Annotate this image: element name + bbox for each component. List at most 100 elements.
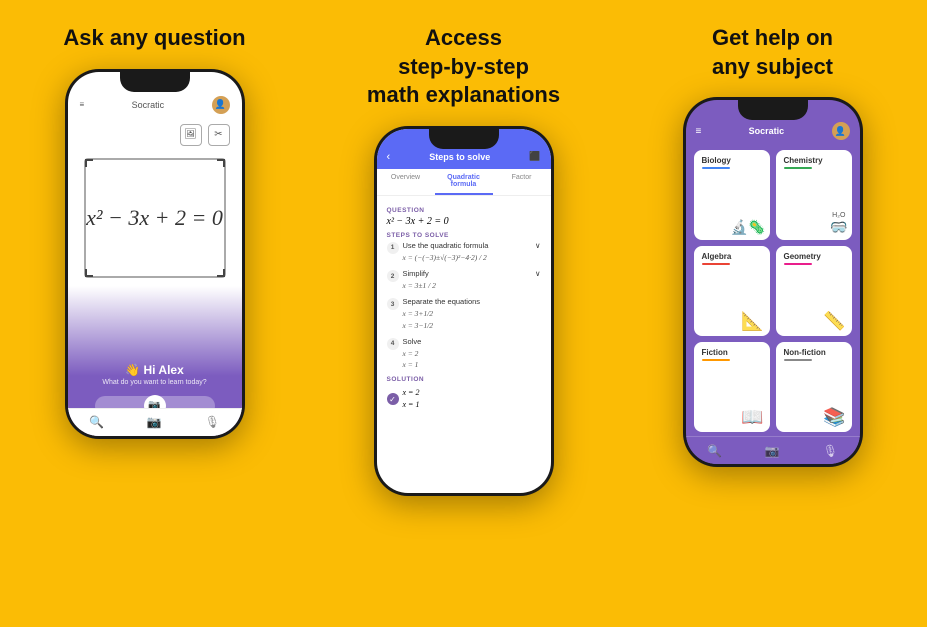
question-equation: x² − 3x + 2 = 0 [387, 216, 541, 227]
app-name-3: Socratic [749, 126, 785, 136]
panel-2: Accessstep-by-stepmath explanations ‹ St… [309, 0, 618, 627]
step-num-1: 1 [387, 242, 399, 254]
subject-card-nonfiction[interactable]: Non-fiction 📚 [776, 342, 852, 432]
camera-nav-3-icon[interactable]: 📷 [765, 444, 780, 458]
step-num-3: 3 [387, 298, 399, 310]
phone2-tabs: Overview Quadratic formula Factor [377, 169, 551, 196]
subject-bar-biology [702, 167, 730, 169]
mic-nav-3-icon[interactable]: 🎙 [823, 444, 838, 458]
subject-card-geometry[interactable]: Geometry 📏 [776, 246, 852, 336]
phone2-body: QUESTION x² − 3x + 2 = 0 STEPS TO SOLVE … [377, 196, 551, 493]
search-nav-icon[interactable]: 🔍 [89, 415, 104, 429]
step-title-4: Solve [403, 337, 541, 346]
phone1-navbar: 🔍 📷 🎙 [68, 408, 242, 436]
subject-bar-fiction [702, 359, 730, 361]
subject-name-nonfiction: Non-fiction [784, 348, 844, 357]
step-eq-3: x = 3+1/2x = 3−1/2 [403, 308, 541, 331]
subject-name-chemistry: Chemistry [784, 156, 844, 165]
avatar-3: 👤 [832, 122, 850, 140]
subject-name-fiction: Fiction [702, 348, 762, 357]
algebra-illustration: 📐 [741, 311, 763, 332]
subject-bar-nonfiction [784, 359, 812, 361]
phone3-navbar: 🔍 📷 🎙 [686, 436, 860, 464]
step-title-1: Use the quadratic formula ∨ [403, 241, 541, 250]
mic-nav-icon[interactable]: 🎙 [205, 415, 220, 429]
corner-tl [85, 159, 93, 167]
panel-1: Ask any question ≡ Socratic 👤 🖼 ✂ [0, 0, 309, 627]
steps-header-title: Steps to solve [396, 152, 523, 162]
greeting-text: 👋 Hi Alex [125, 363, 184, 377]
hamburger-3-icon[interactable]: ≡ [696, 126, 702, 137]
step-content-1: Use the quadratic formula ∨ x = (−(−3)±√… [403, 241, 541, 263]
phone-1-screen: ≡ Socratic 👤 🖼 ✂ x² − 3x + 2 = 0 👋 Hi A [68, 72, 242, 436]
step-row-1: 1 Use the quadratic formula ∨ x = (−(−3)… [387, 241, 541, 263]
nonfiction-illustration: 📚 [823, 407, 845, 428]
panel-1-title: Ask any question [63, 24, 245, 53]
subject-name-biology: Biology [702, 156, 762, 165]
step-num-2: 2 [387, 270, 399, 282]
notch-3 [738, 100, 808, 120]
step-row-3: 3 Separate the equations x = 3+1/2x = 3−… [387, 297, 541, 331]
step-title-2: Simplify ∨ [403, 269, 541, 278]
solution-eq: x = 2x = 1 [403, 387, 420, 411]
search-nav-3-icon[interactable]: 🔍 [707, 444, 722, 458]
check-icon: ✓ [387, 393, 399, 405]
tab-factor[interactable]: Factor [493, 169, 551, 195]
avatar-1: 👤 [212, 96, 230, 114]
phone2-screen-content: ‹ Steps to solve ⬛ Overview Quadratic fo… [377, 129, 551, 493]
subject-card-algebra[interactable]: Algebra 📐 [694, 246, 770, 336]
step-content-3: Separate the equations x = 3+1/2x = 3−1/… [403, 297, 541, 331]
subject-name-geometry: Geometry [784, 252, 844, 261]
image-tool-btn[interactable]: 🖼 [180, 124, 202, 146]
subject-card-biology[interactable]: Biology 🔬🦠 [694, 150, 770, 240]
corner-bl [85, 269, 93, 277]
math-equation-display: x² − 3x + 2 = 0 [86, 205, 223, 231]
step-title-3: Separate the equations [403, 297, 541, 306]
phone-2: ‹ Steps to solve ⬛ Overview Quadratic fo… [374, 126, 554, 496]
chevron-2[interactable]: ∨ [535, 269, 541, 278]
phone3-screen-content: ≡ Socratic 👤 Biology 🔬🦠 Chemistry [686, 100, 860, 464]
panel-3-title: Get help onany subject [712, 24, 833, 81]
phone1-screen-content: ≡ Socratic 👤 🖼 ✂ x² − 3x + 2 = 0 👋 Hi A [68, 72, 242, 436]
share-icon[interactable]: ⬛ [529, 151, 540, 162]
subject-card-chemistry[interactable]: Chemistry H₂O 🥽 [776, 150, 852, 240]
crop-tool-btn[interactable]: ✂ [208, 124, 230, 146]
step-eq-1: x = (−(−3)±√(−3)²−4·2) / 2 [403, 252, 541, 263]
phone-3: ≡ Socratic 👤 Biology 🔬🦠 Chemistry [683, 97, 863, 467]
subtitle-text: What do you want to learn today? [102, 379, 206, 386]
solution-label: SOLUTION [387, 376, 541, 383]
corner-br [217, 269, 225, 277]
panel-2-title: Accessstep-by-stepmath explanations [367, 24, 560, 110]
subject-bar-algebra [702, 263, 730, 265]
chevron-1[interactable]: ∨ [535, 241, 541, 250]
solution-row: ✓ x = 2x = 1 [387, 387, 541, 411]
step-eq-2: x = 3±1 / 2 [403, 280, 541, 291]
biology-illustration: 🔬🦠 [731, 219, 766, 236]
app-name-1: Socratic [132, 100, 165, 110]
subject-card-fiction[interactable]: Fiction 📖 [694, 342, 770, 432]
subject-bar-chemistry [784, 167, 812, 169]
question-label: QUESTION [387, 207, 541, 214]
tab-overview[interactable]: Overview [377, 169, 435, 195]
fiction-illustration: 📖 [741, 407, 763, 428]
camera-frame: x² − 3x + 2 = 0 [84, 158, 226, 278]
step-content-4: Solve x = 2x = 1 [403, 337, 541, 371]
subject-name-algebra: Algebra [702, 252, 762, 261]
step-content-2: Simplify ∨ x = 3±1 / 2 [403, 269, 541, 291]
phone-1: ≡ Socratic 👤 🖼 ✂ x² − 3x + 2 = 0 👋 Hi A [65, 69, 245, 439]
step-row-2: 2 Simplify ∨ x = 3±1 / 2 [387, 269, 541, 291]
panel-3: Get help onany subject ≡ Socratic 👤 Biol… [618, 0, 927, 627]
corner-tr [217, 159, 225, 167]
camera-nav-icon[interactable]: 📷 [147, 415, 162, 429]
steps-label: STEPS TO SOLVE [387, 232, 541, 239]
notch-1 [120, 72, 190, 92]
tab-quadratic[interactable]: Quadratic formula [435, 169, 493, 195]
subjects-grid: Biology 🔬🦠 Chemistry H₂O 🥽 [686, 146, 860, 436]
back-button[interactable]: ‹ [387, 151, 391, 163]
step-eq-4: x = 2x = 1 [403, 348, 541, 371]
hamburger-icon: ≡ [80, 100, 85, 109]
geometry-illustration: 📏 [823, 311, 845, 332]
chemistry-illustration: H₂O 🥽 [830, 212, 847, 236]
phone-3-screen: ≡ Socratic 👤 Biology 🔬🦠 Chemistry [686, 100, 860, 464]
phone1-tools: 🖼 ✂ [68, 120, 242, 150]
